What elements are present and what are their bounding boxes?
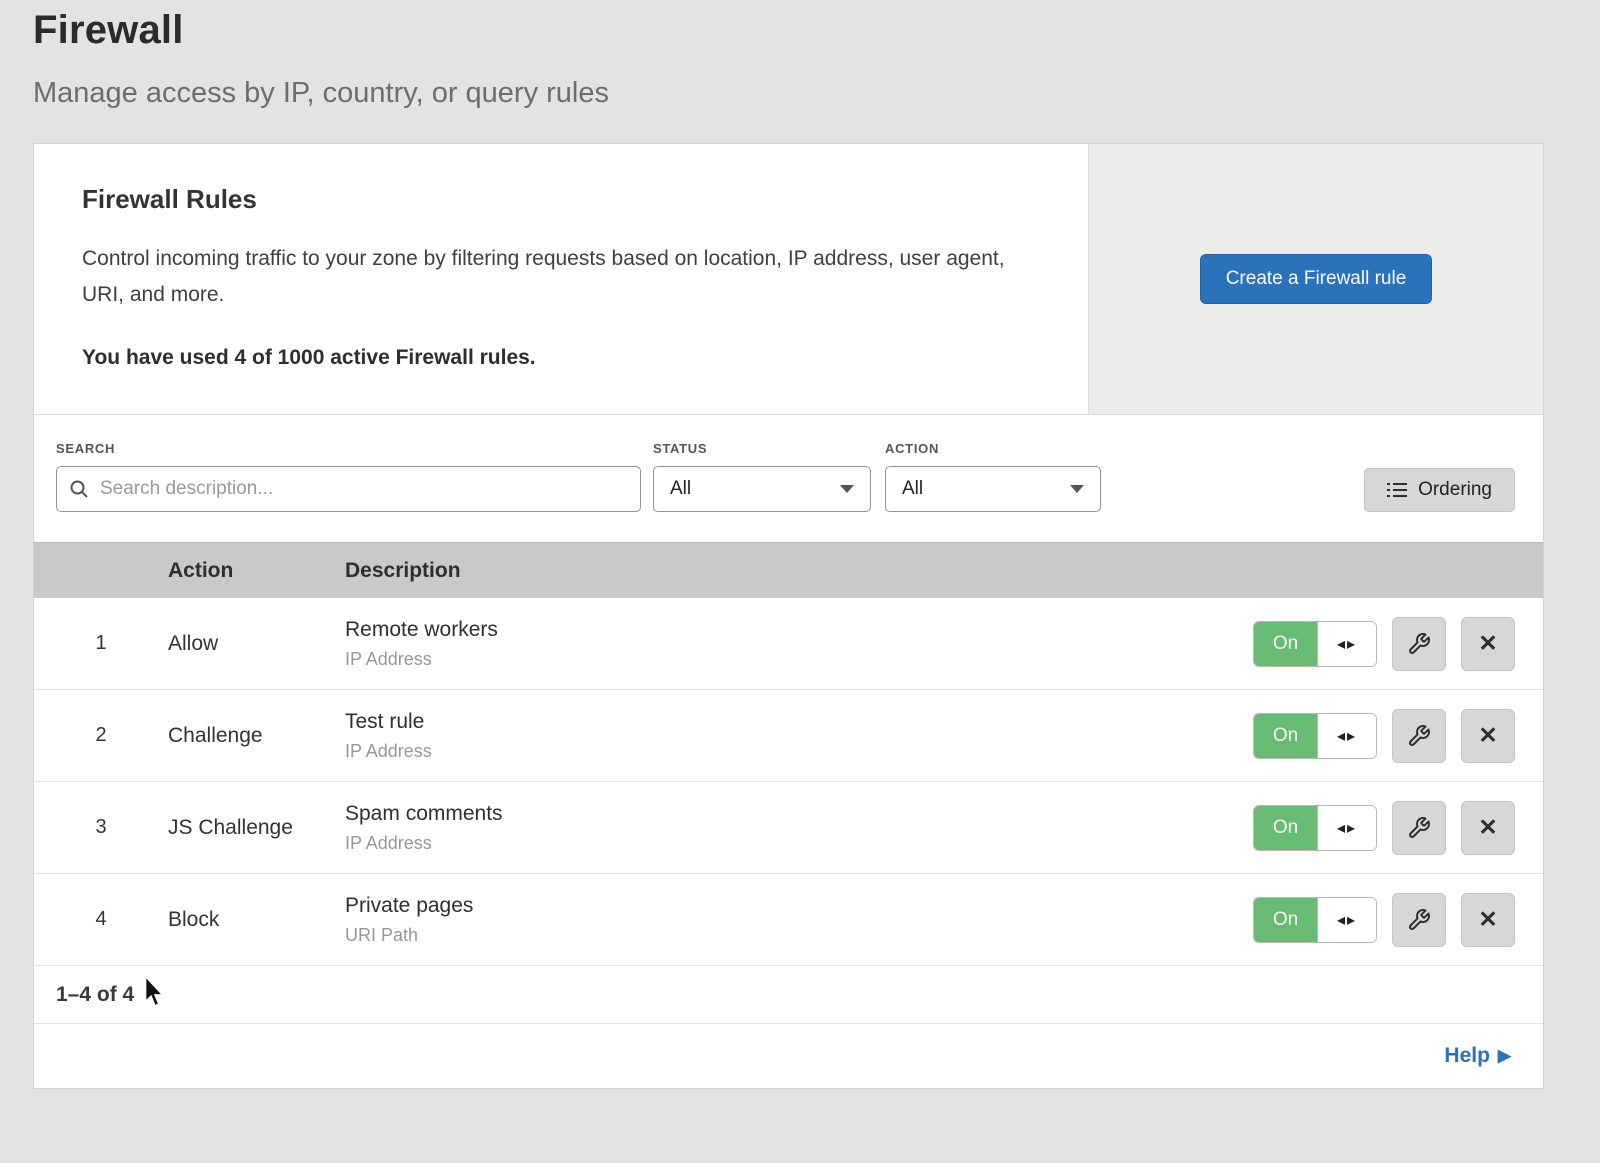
action-selected-value: All [902,478,923,500]
rule-number: 4 [34,908,168,931]
edit-rule-button[interactable] [1392,801,1446,855]
status-filter-group: Status All [641,441,871,512]
left-right-arrows-icon: ◂▸ [1337,910,1357,930]
table-row: 3 JS Challenge Spam comments IP Address … [34,782,1543,874]
rule-toggle: On ◂▸ [1253,897,1377,943]
rule-number: 1 [34,632,168,655]
status-select[interactable]: All [653,466,871,512]
table-row: 4 Block Private pages URI Path On ◂▸ ✕ [34,874,1543,966]
action-filter-group: Action All [871,441,1101,512]
toggle-on-button[interactable]: On [1254,622,1318,666]
table-row: 1 Allow Remote workers IP Address On ◂▸ … [34,598,1543,690]
rule-controls: On ◂▸ ✕ [1223,709,1543,763]
footer-bar: Help ▶ [34,1024,1543,1088]
edit-rule-button[interactable] [1392,709,1446,763]
rule-description-text: Private pages [345,894,1223,918]
left-right-arrows-icon: ◂▸ [1337,634,1357,654]
rule-action: Challenge [168,724,345,748]
wrench-icon [1407,908,1431,932]
table-header: Action Description [34,542,1543,598]
filters-bar: Search Status All Action All [34,415,1543,542]
page-subtitle: Manage access by IP, country, or query r… [33,77,1600,110]
rule-description-cell: Remote workers IP Address [345,618,1223,670]
ordering-button[interactable]: Ordering [1364,468,1515,512]
firewall-rules-info: Firewall Rules Control incoming traffic … [34,144,1088,414]
delete-rule-button[interactable]: ✕ [1461,617,1515,671]
rule-match-type: URI Path [345,925,1223,946]
left-right-arrows-icon: ◂▸ [1337,818,1357,838]
card-description: Control incoming traffic to your zone by… [82,241,1040,312]
search-input[interactable] [98,477,628,501]
card-title: Firewall Rules [82,184,1040,215]
delete-rule-button[interactable]: ✕ [1461,709,1515,763]
left-right-arrows-icon: ◂▸ [1337,726,1357,746]
wrench-icon [1407,724,1431,748]
ordering-button-label: Ordering [1418,479,1492,501]
page-title: Firewall [33,8,1600,53]
status-selected-value: All [670,478,691,500]
toggle-arrows-button[interactable]: ◂▸ [1318,714,1376,758]
action-label: Action [885,441,1101,456]
rule-description-text: Test rule [345,710,1223,734]
rules-usage-text: You have used 4 of 1000 active Firewall … [82,346,1040,370]
toggle-arrows-button[interactable]: ◂▸ [1318,622,1376,666]
rule-match-type: IP Address [345,741,1223,762]
ordering-list-icon [1387,481,1407,499]
rule-description-cell: Private pages URI Path [345,894,1223,946]
status-label: Status [653,441,871,456]
rule-number: 2 [34,724,168,747]
wrench-icon [1407,816,1431,840]
rule-action: JS Challenge [168,816,345,840]
rule-description-cell: Spam comments IP Address [345,802,1223,854]
rule-description-text: Spam comments [345,802,1223,826]
rule-controls: On ◂▸ ✕ [1223,893,1543,947]
help-link-label: Help [1444,1044,1490,1068]
rule-description-cell: Test rule IP Address [345,710,1223,762]
rule-action: Block [168,908,345,932]
chevron-down-icon [840,485,854,493]
search-filter-group: Search [56,441,641,512]
toggle-arrows-button[interactable]: ◂▸ [1318,806,1376,850]
search-label: Search [56,441,641,456]
help-arrow-icon: ▶ [1498,1046,1511,1066]
page-header: Firewall Manage access by IP, country, o… [0,0,1600,110]
table-row: 2 Challenge Test rule IP Address On ◂▸ ✕ [34,690,1543,782]
toggle-on-button[interactable]: On [1254,898,1318,942]
rule-description-text: Remote workers [345,618,1223,642]
close-icon: ✕ [1478,906,1497,933]
rule-toggle: On ◂▸ [1253,713,1377,759]
rule-match-type: IP Address [345,649,1223,670]
edit-rule-button[interactable] [1392,893,1446,947]
firewall-panel: Firewall Rules Control incoming traffic … [33,143,1544,1089]
toggle-on-button[interactable]: On [1254,806,1318,850]
column-action: Action [168,559,345,583]
search-box [56,466,641,512]
close-icon: ✕ [1478,814,1497,841]
search-icon [69,479,89,499]
wrench-icon [1407,632,1431,656]
rule-number: 3 [34,816,168,839]
toggle-arrows-button[interactable]: ◂▸ [1318,898,1376,942]
rule-match-type: IP Address [345,833,1223,854]
edit-rule-button[interactable] [1392,617,1446,671]
firewall-rules-card: Firewall Rules Control incoming traffic … [34,144,1543,415]
create-rule-panel: Create a Firewall rule [1088,144,1543,414]
pagination-text: 1–4 of 4 [56,983,134,1007]
chevron-down-icon [1070,485,1084,493]
action-select[interactable]: All [885,466,1101,512]
help-link[interactable]: Help ▶ [1444,1044,1511,1068]
rule-controls: On ◂▸ ✕ [1223,801,1543,855]
delete-rule-button[interactable]: ✕ [1461,893,1515,947]
create-firewall-rule-button[interactable]: Create a Firewall rule [1200,254,1433,304]
delete-rule-button[interactable]: ✕ [1461,801,1515,855]
pagination-bar: 1–4 of 4 [34,966,1543,1024]
column-description: Description [345,559,1223,583]
rule-toggle: On ◂▸ [1253,805,1377,851]
toggle-on-button[interactable]: On [1254,714,1318,758]
rule-action: Allow [168,632,345,656]
rule-controls: On ◂▸ ✕ [1223,617,1543,671]
close-icon: ✕ [1478,630,1497,657]
rule-toggle: On ◂▸ [1253,621,1377,667]
close-icon: ✕ [1478,722,1497,749]
